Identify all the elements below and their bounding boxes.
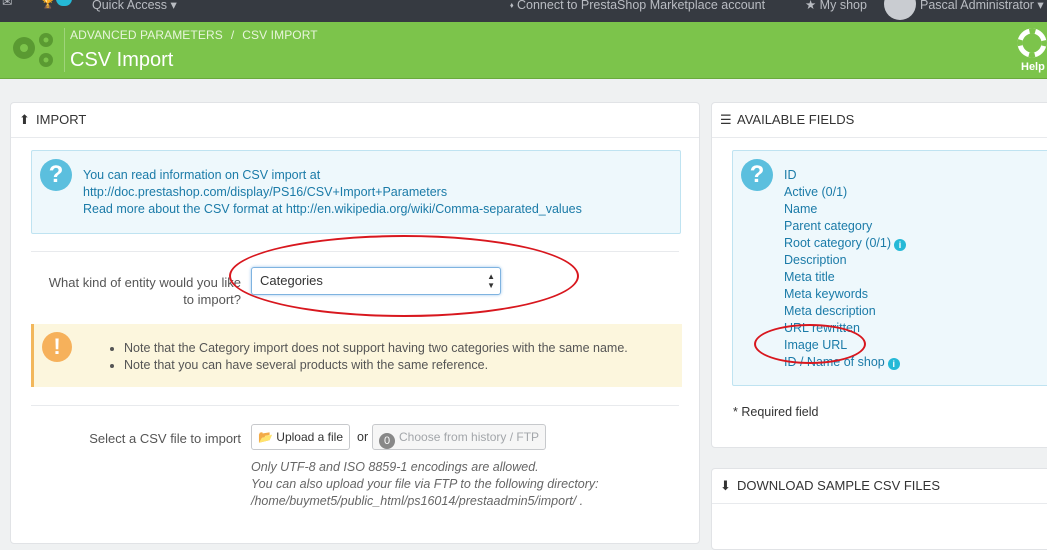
help-button[interactable]: Help xyxy=(1017,28,1047,73)
or-text: or xyxy=(357,430,369,444)
entity-label: What kind of entity would you like to im… xyxy=(31,274,241,308)
field-item: Meta description xyxy=(784,304,876,318)
folder-icon: 📂 xyxy=(258,430,273,444)
list-icon: ☰ xyxy=(720,112,732,127)
gears-icon xyxy=(13,33,53,67)
download-samples-heading: ⬇ DOWNLOAD SAMPLE CSV FILES xyxy=(712,469,1047,504)
available-fields-heading: ☰ AVAILABLE FIELDS xyxy=(712,103,1047,138)
annotation-ellipse xyxy=(754,324,866,364)
field-item: Name xyxy=(784,202,818,216)
help-line: Only UTF-8 and ISO 8859-1 encodings are … xyxy=(251,460,539,474)
field-item: Root category (0/1) xyxy=(784,236,891,250)
divider xyxy=(31,405,679,406)
info-icon[interactable]: i xyxy=(894,239,906,251)
field-item: Description xyxy=(784,253,847,267)
avatar[interactable] xyxy=(884,0,916,20)
entity-label-line: to import? xyxy=(183,292,241,307)
panel-heading-text: DOWNLOAD SAMPLE CSV FILES xyxy=(737,478,940,493)
upload-icon: ⬆ xyxy=(19,112,30,127)
required-note: * Required field xyxy=(733,405,819,419)
notification-badge xyxy=(56,0,72,6)
quick-access-menu[interactable]: Quick Access ▾ xyxy=(92,0,177,11)
warning-box: ! Note that the Category import does not… xyxy=(31,324,682,387)
breadcrumb-item[interactable]: ADVANCED PARAMETERS xyxy=(70,28,223,42)
connect-marketplace-link[interactable]: ⬪ Connect to PrestaShop Marketplace acco… xyxy=(510,0,765,11)
breadcrumb: ADVANCED PARAMETERS / CSV IMPORT xyxy=(70,28,318,42)
header-divider xyxy=(64,28,65,72)
warning-item: Note that the Category import does not s… xyxy=(124,340,628,357)
help-line: You can also upload your file via FTP to… xyxy=(251,477,599,491)
exclamation-icon: ! xyxy=(42,332,72,362)
lifebuoy-icon xyxy=(1017,28,1047,58)
upload-button-label: Upload a file xyxy=(276,430,344,444)
field-item: ID xyxy=(784,168,797,182)
my-shop-link[interactable]: ★ My shop xyxy=(805,0,867,11)
import-panel-heading: ⬆ IMPORT xyxy=(11,103,699,138)
question-icon: ? xyxy=(40,159,72,191)
page-header: ADVANCED PARAMETERS / CSV IMPORT CSV Impor… xyxy=(0,22,1047,79)
available-fields-panel: ☰ AVAILABLE FIELDS ? ID Active (0/1) Name… xyxy=(711,102,1047,448)
download-samples-panel: ⬇ DOWNLOAD SAMPLE CSV FILES xyxy=(711,468,1047,550)
history-count-badge: 0 xyxy=(379,433,395,449)
import-panel: ⬆ IMPORT ? You can read information on CS… xyxy=(10,102,700,544)
info-line: You can read information on CSV import a… xyxy=(83,168,321,182)
help-line: /home/buymet5/public_html/ps16014/presta… xyxy=(251,494,584,508)
breadcrumb-item[interactable]: CSV IMPORT xyxy=(242,28,317,42)
field-item: Meta title xyxy=(784,270,835,284)
doc-link[interactable]: http://doc.prestashop.com/display/PS16/C… xyxy=(83,184,582,201)
import-info-box: ? You can read information on CSV import… xyxy=(31,150,681,234)
wikipedia-link[interactable]: Read more about the CSV format at http:/… xyxy=(83,201,582,218)
panel-heading-text: IMPORT xyxy=(36,112,87,127)
annotation-ellipse xyxy=(229,235,579,317)
top-nav-bar: ✉ 🏆 Quick Access ▾ ⬪ Connect to PrestaSh… xyxy=(0,0,1047,22)
panel-heading-text: AVAILABLE FIELDS xyxy=(737,112,855,127)
choose-history-button[interactable]: 0 Choose from history / FTP xyxy=(372,424,547,450)
file-label: Select a CSV file to import xyxy=(89,431,241,446)
user-menu[interactable]: Pascal Administrator ▾ xyxy=(920,0,1044,11)
file-help-text: Only UTF-8 and ISO 8859-1 encodings are … xyxy=(251,459,599,510)
entity-label-line: What kind of entity would you like xyxy=(48,275,241,290)
help-label: Help xyxy=(1021,61,1045,73)
question-icon: ? xyxy=(741,159,773,191)
download-icon: ⬇ xyxy=(720,478,731,493)
field-item: Parent category xyxy=(784,219,873,233)
field-item: Meta keywords xyxy=(784,287,869,301)
history-button-label: Choose from history / FTP xyxy=(399,430,540,444)
field-item: Active (0/1) xyxy=(784,185,848,199)
page-title: CSV Import xyxy=(70,49,174,71)
warning-item: Note that you can have several products … xyxy=(124,357,628,374)
info-icon[interactable]: i xyxy=(887,358,900,370)
trophy-icon[interactable]: 🏆 xyxy=(40,0,56,8)
mail-icon[interactable]: ✉ xyxy=(2,0,12,8)
upload-file-button[interactable]: 📂 Upload a file xyxy=(251,424,351,450)
